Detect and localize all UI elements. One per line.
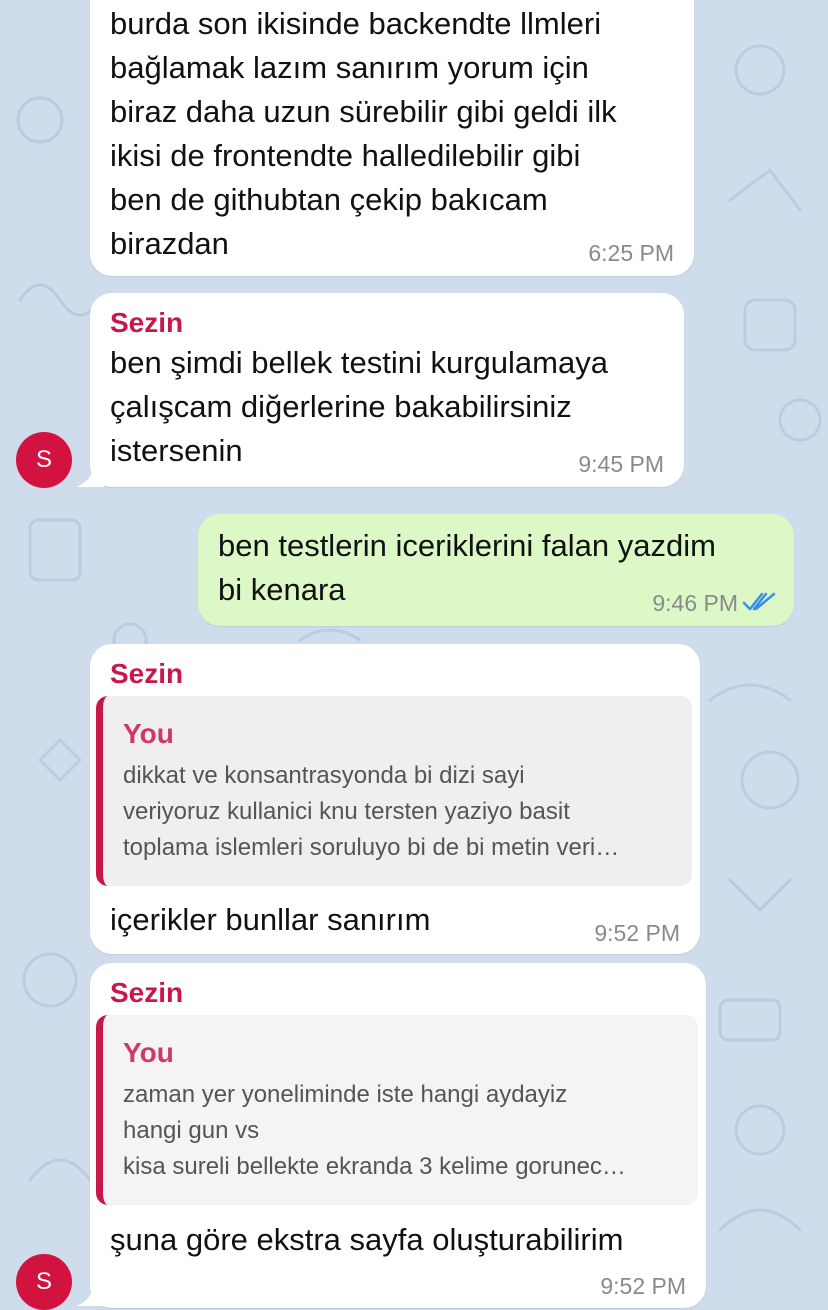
message-timestamp: 9:52 PM bbox=[600, 1273, 686, 1299]
avatar[interactable]: S bbox=[16, 432, 72, 488]
message-bubble-incoming[interactable]: Sezin ben şimdi bellek testini kurgulama… bbox=[90, 293, 684, 487]
quoted-reply-author: You bbox=[123, 718, 174, 749]
bubble-tail bbox=[76, 1284, 104, 1306]
message-timestamp: 9:45 PM bbox=[578, 451, 664, 477]
quoted-reply[interactable]: You zaman yer yoneliminde iste hangi ayd… bbox=[96, 1015, 698, 1205]
sender-name[interactable]: Sezin bbox=[110, 307, 183, 339]
message-text: şuna göre ekstra sayfa oluşturabilirim bbox=[110, 1222, 624, 1257]
quoted-reply[interactable]: You dikkat ve konsantrasyonda bi dizi sa… bbox=[96, 696, 692, 886]
double-check-icon bbox=[742, 592, 776, 611]
bubble-tail bbox=[76, 465, 104, 487]
message-bubble-outgoing[interactable]: ben testlerin iceriklerini falan yazdim … bbox=[198, 514, 794, 626]
message-bubble-incoming[interactable]: Sezin You dikkat ve konsantrasyonda bi d… bbox=[90, 644, 700, 954]
message-bubble-incoming[interactable]: Sezin You zaman yer yoneliminde iste han… bbox=[90, 963, 706, 1308]
avatar[interactable]: S bbox=[16, 1254, 72, 1310]
quoted-reply-author: You bbox=[123, 1037, 174, 1068]
message-timestamp: 9:46 PM bbox=[652, 590, 738, 616]
message-text: burda son ikisinde backendte llmleri bağ… bbox=[110, 6, 617, 261]
quoted-reply-text: dikkat ve konsantrasyonda bi dizi sayi v… bbox=[123, 762, 620, 861]
message-timestamp: 9:52 PM bbox=[594, 920, 680, 946]
sender-name[interactable]: Sezin bbox=[110, 977, 183, 1009]
quoted-reply-text: zaman yer yoneliminde iste hangi aydayiz… bbox=[123, 1081, 626, 1180]
message-timestamp: 6:25 PM bbox=[588, 240, 674, 266]
message-bubble-incoming[interactable]: burda son ikisinde backendte llmleri bağ… bbox=[90, 0, 694, 276]
sender-name[interactable]: Sezin bbox=[110, 658, 183, 690]
